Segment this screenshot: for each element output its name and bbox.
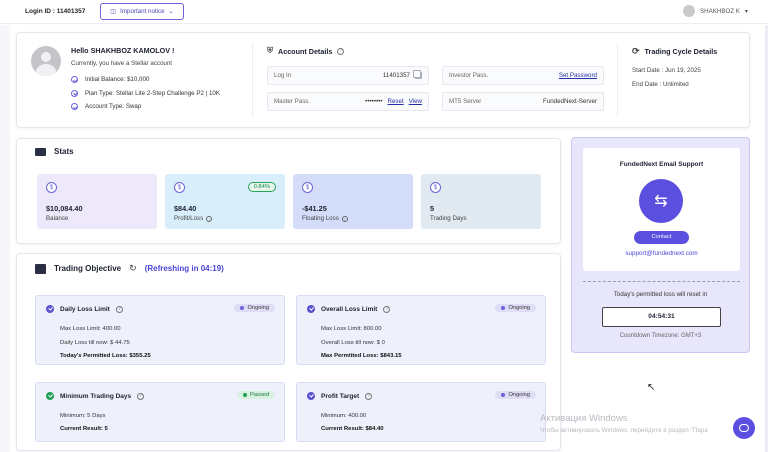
master-password-field: Master Pass. •••••••• Reset View: [267, 92, 429, 111]
support-email-link[interactable]: support@fundednext.com: [583, 250, 740, 257]
caret-down-icon: ▾: [744, 7, 748, 15]
cycle-icon: ⟳: [632, 46, 640, 56]
stats-header: Stats: [35, 147, 74, 156]
help-icon[interactable]: ?: [365, 392, 373, 400]
objective-header: Trading Objective ↻ (Refreshing in 04:19…: [35, 263, 224, 274]
chat-icon: [739, 424, 749, 432]
end-date: End Date : Unlimited: [632, 81, 689, 88]
profile-details-list: Initial Balance: $10,000 Plan Type: Stel…: [71, 73, 220, 114]
trading-days-stat: $ 5 Trading Days: [421, 174, 541, 229]
shield-icon: ⛨: [267, 46, 273, 55]
notice-label: Important notice: [120, 8, 165, 15]
fundednext-logo-icon: ⇆: [639, 179, 683, 223]
support-card: FundedNext Email Support ⇆ Contact suppo…: [571, 137, 750, 353]
profit-target-box: Profit Target? Ongoing Minimum: 400.00 C…: [296, 382, 546, 442]
account-summary-card: Hello SHAKHBOZ KAMOLOV ! Currently, you …: [16, 32, 750, 128]
status-badge: Ongoing: [495, 304, 536, 312]
profit-loss-stat: $ 0.84% $84.40 Profit/Loss i: [165, 174, 285, 229]
profile-avatar: [31, 46, 61, 76]
investor-password-field: Investor Pass. Set Password: [442, 66, 604, 85]
top-bar: Login ID : 11401357 ◫ Important notice ⌄…: [0, 0, 768, 24]
important-notice-button[interactable]: ◫ Important notice ⌄: [100, 3, 184, 20]
dollar-coin-icon: $: [174, 182, 185, 193]
account-details-title: ⛨ Account Details ?: [267, 46, 345, 56]
minimum-trading-days-box: Minimum Trading Days? Passed Minimum: 5 …: [35, 382, 285, 442]
status-badge: Passed: [237, 391, 275, 399]
floating-loss-stat: $ -$41.25 Floating Loss i: [293, 174, 413, 229]
check-circle-icon: [46, 305, 54, 313]
info-icon[interactable]: i: [341, 215, 348, 222]
check-circle-icon: [71, 103, 78, 111]
account-subtitle: Currently, you have a Stellar account: [71, 60, 172, 67]
refresh-countdown: (Refreshing in 04:19): [144, 264, 224, 273]
help-icon[interactable]: ?: [115, 305, 123, 313]
calendar-chart-icon: [35, 263, 46, 274]
help-icon[interactable]: ?: [337, 47, 345, 55]
username: SHAKHBOZ K: [700, 7, 740, 15]
contact-button[interactable]: Contact: [634, 231, 689, 244]
list-item: Account Type: Swap: [71, 100, 220, 114]
countdown-timer: 04:54:31: [602, 307, 721, 327]
reset-password-link[interactable]: Reset: [388, 98, 404, 105]
daily-loss-limit-box: Daily Loss Limit? Ongoing Max Loss Limit…: [35, 295, 285, 365]
trading-cycle-title: ⟳ Trading Cycle Details: [632, 46, 718, 56]
divider: [252, 43, 253, 117]
info-icon[interactable]: i: [206, 215, 213, 222]
status-badge: Ongoing: [495, 391, 536, 399]
divider: [583, 281, 740, 282]
set-password-link[interactable]: Set Password: [559, 72, 597, 79]
overall-loss-limit-box: Overall Loss Limit? Ongoing Max Loss Lim…: [296, 295, 546, 365]
wallet-icon: [35, 147, 46, 156]
windows-activation-watermark: Активация Windows Чтобы активировать Win…: [540, 413, 708, 434]
dollar-coin-icon: $: [430, 182, 441, 193]
list-item: Initial Balance: $10,000: [71, 73, 220, 87]
support-title: FundedNext Email Support: [619, 161, 704, 168]
check-circle-icon: [307, 392, 315, 400]
avatar: [683, 5, 695, 17]
trading-objective-card: Trading Objective ↻ (Refreshing in 04:19…: [16, 253, 561, 451]
check-circle-icon: [71, 89, 78, 97]
profit-percent-badge: 0.84%: [247, 182, 276, 192]
dollar-coin-icon: $: [46, 182, 57, 193]
status-badge: Ongoing: [234, 304, 275, 312]
divider: [617, 43, 618, 117]
mouse-cursor-icon: ↖: [647, 382, 656, 393]
check-circle-icon: [307, 305, 315, 313]
chat-button[interactable]: [733, 417, 755, 439]
check-circle-icon: [71, 76, 78, 84]
reset-text: Today's permitted loss will reset in: [613, 291, 708, 298]
copy-icon[interactable]: [413, 70, 422, 79]
email-support-panel: FundedNext Email Support ⇆ Contact suppo…: [583, 148, 740, 271]
start-date: Start Date : Jun 19, 2025: [632, 67, 701, 74]
stats-card: Stats $ $10,084.40 Balance $ 0.84% $84.4…: [16, 138, 561, 244]
login-id: Login ID : 11401357: [25, 8, 86, 15]
chevron-down-icon: ⌄: [168, 8, 174, 15]
dollar-coin-icon: $: [302, 182, 313, 193]
greeting: Hello SHAKHBOZ KAMOLOV !: [71, 46, 175, 55]
countdown-timezone: Countdown Timezone: GMT+3: [619, 333, 702, 339]
view-password-link[interactable]: View: [409, 98, 422, 105]
login-field: Log In 11401357: [267, 66, 429, 85]
refresh-icon[interactable]: ↻: [129, 263, 137, 274]
balance-stat: $ $10,084.40 Balance: [37, 174, 157, 229]
left-gutter: [0, 25, 10, 452]
help-icon[interactable]: ?: [137, 392, 145, 400]
list-item: Plan Type: Stellar Lite 2-Step Challenge…: [71, 87, 220, 101]
notice-icon: ◫: [110, 8, 117, 15]
help-icon[interactable]: ?: [383, 305, 391, 313]
user-menu[interactable]: SHAKHBOZ K ▾: [683, 5, 748, 17]
mt5-server-field: MT5 Server FundedNext-Server: [442, 92, 604, 111]
check-circle-icon: [46, 392, 54, 400]
